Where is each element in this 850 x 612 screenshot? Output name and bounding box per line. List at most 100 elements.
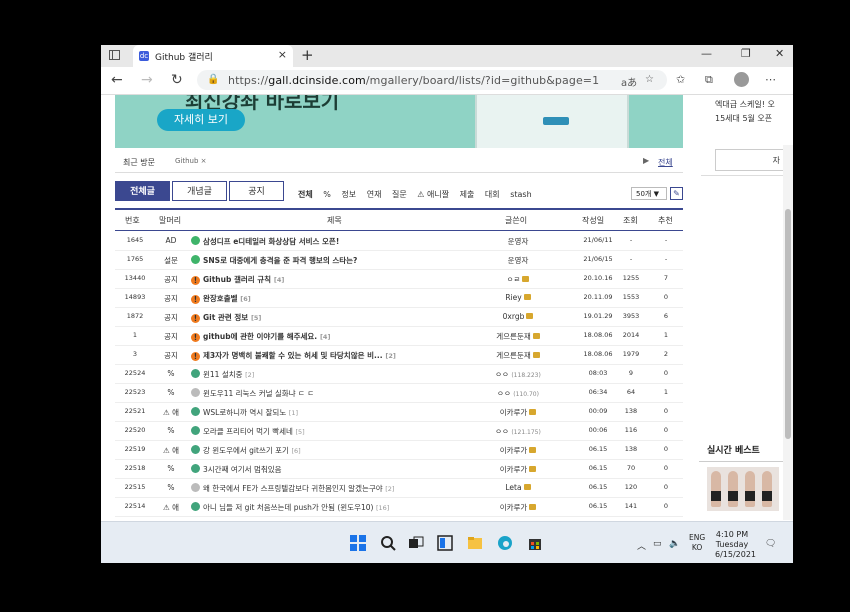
filter-info[interactable]: 정보 [341,190,356,199]
post-title[interactable]: 오라클 프리티어 먹기 빡세네 [5] [191,426,305,437]
new-tab-icon[interactable]: + [301,46,314,64]
maximize-icon[interactable]: ❐ [741,47,751,60]
tab-concept[interactable]: 개념글 [172,181,227,201]
comment-count[interactable]: [5] [251,314,261,322]
table-row[interactable]: 22518% 3시간째 여기서 멈춰있음 이카루가 06.15 70 0 [115,459,683,479]
comment-count[interactable]: [4] [320,333,330,341]
table-row[interactable]: 3 공지 ! 제3자가 명백히 불쾌할 수 있는 허세 및 타당치않은 비... [2… [115,345,683,365]
table-row[interactable]: 22523% 윈도우11 리눅스 커널 실화냐 ㄷ ㄷ ㅇㅇ (110.70) 06… [115,383,683,403]
post-title[interactable]: 강 윈도우에서 git쓰기 포기 [6] [191,445,301,456]
filter-series[interactable]: 연재 [367,190,382,199]
per-page-select[interactable]: 50개 ▼ [631,187,667,200]
widgets-icon[interactable] [437,535,453,551]
post-title[interactable]: 왜 한국에서 FE가 스프링텔감보다 귀한몸인지 알겠는구야 [2] [191,483,394,494]
table-row[interactable]: 22520% 오라클 프리티어 먹기 빡세네 [5] ㅇㅇ (121.175) 00:… [115,421,683,441]
promo-banner[interactable]: 최신강좌 바로보기 자세히 보기 [115,95,683,148]
comment-count[interactable]: [2] [245,371,254,379]
realtime-best-thumbnail[interactable] [707,467,779,511]
network-icon[interactable]: ▭ [653,539,662,549]
comment-count[interactable]: [16] [376,504,389,512]
post-writer[interactable]: Leta [473,483,563,492]
windows-start-icon[interactable] [350,535,366,551]
comment-count[interactable]: [6] [240,295,250,303]
post-title[interactable]: WSL로하니까 역시 잘되노 [1] [191,407,298,418]
post-writer[interactable]: 운영자 [473,236,563,247]
table-row[interactable]: 1872 공지 ! Git 관련 정보 [5] 0xrgb 19.01.29 3953 6 [115,307,683,327]
read-aloud-icon[interactable]: aあ [621,74,637,89]
task-view-icon[interactable] [408,535,424,551]
back-icon[interactable]: ← [111,72,123,88]
post-writer[interactable]: ㅇㅇ (110.70) [473,388,563,399]
table-row[interactable]: 14893 공지 ! 완장호출벨 [6] Riey 20.11.09 1553 0 [115,288,683,308]
table-row[interactable]: 1645 AD 삼성디프 e디테일러 화상상담 서비스 오픈! 운영자 21/06/1… [115,231,683,251]
filter-stash[interactable]: stash [510,190,531,199]
more-icon[interactable]: ⋯ [765,73,776,86]
address-bar[interactable]: 🔒 https://gall.dcinside.com/mgallery/boa… [197,70,667,90]
table-row[interactable]: 22515% 왜 한국에서 FE가 스프링텔감보다 귀한몸인지 알겠는구야 [2]… [115,478,683,498]
comment-count[interactable]: [2] [385,485,394,493]
table-row[interactable]: 22514 ⚠ 애 아니 님들 저 git 처음쓰는데 push가 안됨 (윈도우1… [115,497,683,517]
banner-detail-button[interactable]: 자세히 보기 [157,109,245,131]
table-row[interactable]: 22519 ⚠ 애 강 윈도우에서 git쓰기 포기 [6] 이카루가 06.15 138… [115,440,683,460]
tab-all[interactable]: 전체글 [115,181,170,201]
notification-icon[interactable]: 🗨 [765,539,776,549]
minimize-icon[interactable]: — [701,47,712,60]
post-writer[interactable]: 이카루가 [473,445,563,456]
tray-chevron-icon[interactable]: ︿ [637,539,646,552]
post-title[interactable]: 삼성디프 e디테일러 화상상담 서비스 오픈! [191,236,339,247]
edge-browser-icon[interactable] [497,535,513,551]
filter-question[interactable]: 질문 [392,190,407,199]
post-title[interactable]: SNS로 대중에게 충격을 준 파격 행보의 스타는? [191,255,357,266]
post-title[interactable]: 3시간째 여기서 멈춰있음 [191,464,282,475]
post-writer[interactable]: 이카루가 [473,502,563,513]
profile-avatar[interactable] [734,72,749,87]
favorite-star-icon[interactable]: ☆ [645,74,654,85]
refresh-icon[interactable]: ↻ [171,72,183,88]
filter-contest[interactable]: 대회 [485,190,500,199]
volume-icon[interactable]: 🔈 [669,539,680,549]
post-title[interactable]: ! Github 갤러리 규칙 [4] [191,274,284,285]
post-writer[interactable]: 게으른둔재 [473,350,563,361]
tab-actions-icon[interactable] [109,50,120,60]
collections-icon[interactable]: ⧉ [705,73,713,87]
post-title[interactable]: 아니 님들 저 git 처음쓰는데 push가 안됨 (윈도우10) [16] [191,502,389,513]
clock[interactable]: 4:10 PM Tuesday 6/15/2021 [715,530,756,560]
close-tab-icon[interactable]: × [278,48,287,61]
favorites-icon[interactable]: ✩ [676,73,685,86]
post-writer[interactable]: ㅇㄹ [473,274,563,285]
table-row[interactable]: 22524% 윈11 설치중 [2] ㅇㅇ (118.223) 08:03 9 0 [115,364,683,384]
write-pencil-icon[interactable]: ✎ [670,187,683,200]
post-writer[interactable]: 게으른둔재 [473,331,563,342]
filter-percent[interactable]: % [323,190,331,199]
close-window-icon[interactable]: ✕ [775,47,784,60]
post-title[interactable]: ! 제3자가 명백히 불쾌할 수 있는 허세 및 타당치않은 비... [2] [191,350,396,361]
post-writer[interactable]: 이카루가 [473,464,563,475]
post-writer[interactable]: 이카루가 [473,407,563,418]
right-ad-line-2[interactable]: 15세대 5월 오픈 [715,113,772,124]
comment-count[interactable]: [2] [385,352,395,360]
filter-submit[interactable]: 제출 [460,190,475,199]
post-writer[interactable]: ㅇㅇ (121.175) [473,426,563,437]
comment-count[interactable]: [5] [296,428,305,436]
recent-all-link[interactable]: 전체 [658,157,673,168]
browser-tab[interactable]: dc Github 갤러리 × [133,45,293,67]
post-writer[interactable]: ㅇㅇ (118.223) [473,369,563,380]
filter-all[interactable]: 전체 [298,190,313,199]
language-indicator[interactable]: ENG KO [689,533,705,553]
right-search-box[interactable]: 자 [715,149,785,171]
store-icon[interactable] [527,535,543,551]
right-ad-line-1[interactable]: 엑대급 스케일! 오 [715,99,775,110]
url-text[interactable]: https://gall.dcinside.com/mgallery/board… [228,74,599,87]
post-title[interactable]: ! Git 관련 정보 [5] [191,312,261,323]
filter-anime[interactable]: ⚠ 애니짤 [417,190,449,199]
comment-count[interactable]: [4] [274,276,284,284]
lock-icon[interactable]: 🔒 [207,74,219,85]
vertical-scrollbar[interactable] [783,145,793,520]
file-explorer-icon[interactable] [467,535,483,551]
post-writer[interactable]: 운영자 [473,255,563,266]
table-row[interactable]: 1765 설문 SNS로 대중에게 충격을 준 파격 행보의 스타는? 운영자 21/… [115,250,683,270]
post-title[interactable]: ! 완장호출벨 [6] [191,293,251,304]
post-title[interactable]: 윈도우11 리눅스 커널 실화냐 ㄷ ㄷ [191,388,314,399]
table-row[interactable]: 22521 ⚠ 애 WSL로하니까 역시 잘되노 [1] 이카루가 00:09 138 0 [115,402,683,422]
post-title[interactable]: 윈11 설치중 [2] [191,369,254,380]
